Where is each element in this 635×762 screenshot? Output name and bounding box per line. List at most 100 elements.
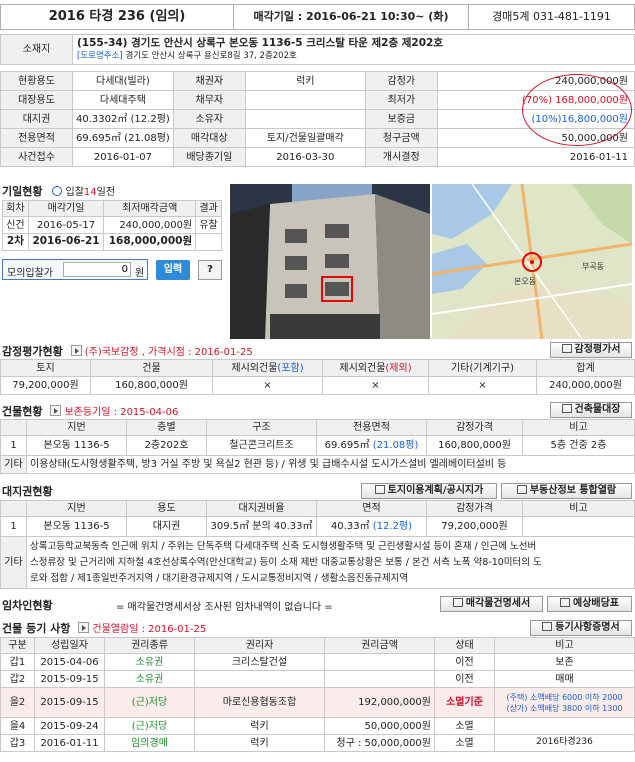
table-row: 을4 2015-09-24 (근)저당 럭키 50,000,000원 소멸: [0, 717, 635, 735]
info-label: 채무자: [172, 90, 246, 110]
mock-bid-box: 모의입찰가 원: [2, 259, 148, 280]
registry-cell: 2015-09-15: [34, 687, 105, 718]
info-value: 토지/건물일괄매각: [244, 128, 366, 148]
registry-header: 상태: [434, 637, 495, 654]
document-icon: [374, 485, 385, 494]
land-title: 대지권현황: [2, 485, 53, 498]
map-label-bugok: 부곡동: [582, 262, 604, 271]
arrow-icon: [78, 622, 90, 633]
info-label: 대장용도: [0, 90, 73, 110]
info-value: 2016-01-07: [72, 147, 174, 167]
registry-cell: 50,000,000원: [324, 717, 435, 735]
registry-title: 건물 등기 사항 건물열람일 : 2016-01-25: [2, 622, 207, 635]
registry-cell: 소유권: [104, 670, 195, 688]
info-value: 2016-01-11: [436, 147, 635, 167]
case-number: 2016 타경 236 (임의): [48, 9, 186, 24]
registry-cell: 갑2: [0, 670, 35, 688]
land-table: 지번 용도 대지권비율 면적 감정가격 비고 1 본오동 1136-5 대지권 309.5㎡ 분…: [0, 500, 635, 589]
road-address: 경기도 안산시 상록구 용신로8길 37, 2층202호: [125, 50, 297, 61]
map-label-bono: 본오동: [514, 277, 536, 286]
registry-cell: (근)저당: [104, 717, 195, 735]
location-table: 소재지 (155-34) 경기도 안산시 상록구 본오동 1136-5 크리스탈…: [0, 34, 635, 65]
table-row: 갑3 2016-01-11 임의경매 럭키 청구 : 50,000,000원 소멸 2016…: [0, 734, 635, 752]
registry-cell: 192,000,000원: [324, 687, 435, 718]
registry-cell: 2016-01-11: [34, 734, 105, 752]
info-label: 소유자: [172, 109, 246, 129]
registry-cell: (근)저당: [104, 687, 195, 718]
registry-cell: 매매: [494, 670, 635, 688]
registry-cell: 소유권: [104, 653, 195, 671]
building-photo[interactable]: [230, 184, 430, 339]
registry-certificate-button[interactable]: 등기사항증명서: [530, 620, 632, 636]
help-button[interactable]: ?: [198, 260, 222, 280]
address: (155-34) 경기도 안산시 상록구 본오동 1136-5 크리스탈 타운 …: [77, 36, 444, 49]
registry-cell: 이전: [434, 670, 495, 688]
registry-cell: [194, 670, 325, 688]
mock-bid-input[interactable]: [63, 262, 131, 277]
registry-cell: 2015-09-24: [34, 717, 105, 735]
info-value: 다세대(빌라): [72, 71, 174, 91]
info-value: 69.695㎡ (21.08평): [72, 128, 174, 148]
info-value: [244, 109, 366, 129]
bids-title: 기일현황 입찰14일전: [2, 185, 116, 198]
land-use-plan-button[interactable]: 토지이용계획/공시지가: [361, 483, 497, 499]
registry-cell: 이전: [434, 653, 495, 671]
registry-header: 권리금액: [324, 637, 435, 654]
document-icon: [561, 404, 572, 413]
registry-cell: 을4: [0, 717, 35, 735]
registry-cell: [324, 653, 435, 671]
info-label: 감정가: [364, 71, 438, 91]
appraisal-report-button[interactable]: 감정평가서: [550, 342, 632, 358]
registry-cell: 2015-09-15: [34, 670, 105, 688]
registry-cell: 소멸: [434, 734, 495, 752]
registry-cell: 보존: [494, 653, 635, 671]
clock-icon: [52, 186, 63, 196]
tenant-text: = 매각물건명세서상 조사된 임차내역이 없습니다 =: [116, 602, 333, 613]
registry-header: 권리자: [194, 637, 325, 654]
registry-header: 성립일자: [34, 637, 105, 654]
building-table: 지번 층별 구조 전용면적 감정가격 비고 1 본오동 1136-5 2층202호 철근콘크리트…: [0, 419, 635, 474]
registry-table: 구분 성립일자 권리종류 권리자 권리금액 상태 비고 갑1 2015-04-06 소유권 크리스탈…: [0, 637, 635, 752]
document-icon: [516, 485, 527, 494]
expected-dividend-button[interactable]: 예상배당표: [547, 596, 632, 612]
registry-header: 비고: [494, 637, 635, 654]
registry-cell: 소멸: [434, 717, 495, 735]
info-label: 매각대상: [172, 128, 246, 148]
real-estate-info-button[interactable]: 부동산정보 통합열람: [501, 483, 632, 499]
registry-cell: (주택) 소액배당 6000 이하 2000 (상가) 소액배당 3800 이하 …: [494, 687, 635, 718]
sale-statement-button[interactable]: 매각물건명세서: [440, 596, 543, 612]
location-label: 소재지: [0, 34, 73, 65]
registry-header: 권리종류: [104, 637, 195, 654]
court-contact: 경매5계 031-481-1191: [492, 10, 611, 23]
registry-cell: 갑1: [0, 653, 35, 671]
document-icon: [542, 622, 553, 631]
location-map[interactable]: 본오동 부곡동: [432, 184, 632, 339]
sale-date: 매각기일 : 2016-06-21 10:30~ (화): [253, 10, 449, 23]
info-label: 현황용도: [0, 71, 73, 91]
case-header: 2016 타경 236 (임의) 매각기일 : 2016-06-21 10:30…: [0, 4, 635, 30]
registry-cell: 을2: [0, 687, 35, 718]
bids-table: 회차 매각기일 최저매각금액 결과 신건 2016-05-17 240,000,000원 유…: [2, 200, 222, 251]
registry-cell: 갑3: [0, 734, 35, 752]
info-label: 대지권: [0, 109, 73, 129]
building-register-button[interactable]: 건축물대장: [550, 402, 632, 418]
appraisal-title: 감정평가현황 (주)국보감정 , 가격시점 : 2016-01-25: [2, 345, 253, 358]
info-value: 2016-03-30: [244, 147, 366, 167]
registry-cell: 2016타경236: [494, 734, 635, 752]
table-row: 갑1 2015-04-06 소유권 크리스탈건설 이전 보존: [0, 653, 635, 671]
registry-cell: 2015-04-06: [34, 653, 105, 671]
info-label: 청구금액: [364, 128, 438, 148]
info-label: 최저가: [364, 90, 438, 110]
table-row: 을2 2015-09-15 (근)저당 마로신용협동조합 192,000,000원 소멸기…: [0, 687, 635, 718]
registry-cell: [494, 717, 635, 735]
tenant-title: 임차인현황: [2, 599, 53, 612]
registry-cell: [324, 670, 435, 688]
registry-cell: 소멸기준: [434, 687, 495, 718]
registry-cell: 청구 : 50,000,000원: [324, 734, 435, 752]
road-address-tag[interactable]: [도로명주소]: [77, 51, 123, 61]
info-label: 채권자: [172, 71, 246, 91]
input-button[interactable]: 입력: [156, 260, 190, 280]
arrow-icon: [50, 405, 62, 416]
registry-cell: 크리스탈건설: [194, 653, 325, 671]
info-label: 배당종기일: [172, 147, 246, 167]
